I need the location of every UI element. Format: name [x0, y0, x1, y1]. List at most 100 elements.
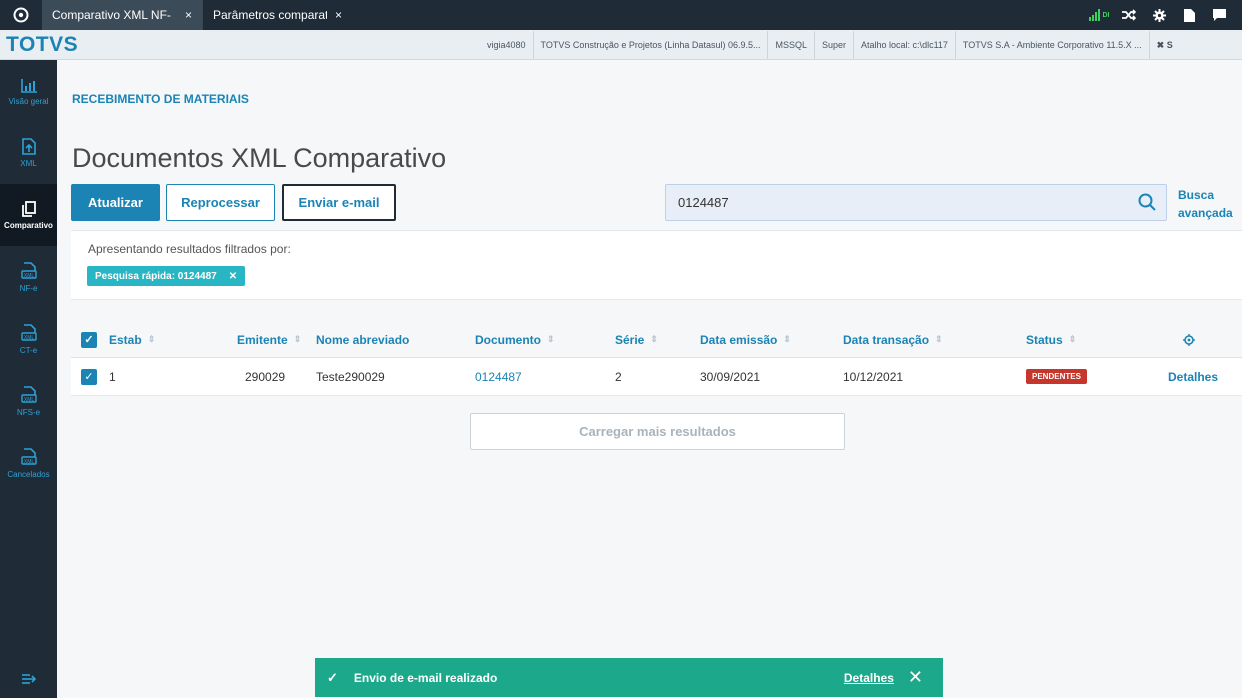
- sidebar-item-label: NFS-e: [16, 407, 41, 417]
- load-more-button[interactable]: Carregar mais resultados: [470, 413, 845, 450]
- svg-text:XML: XML: [23, 273, 34, 279]
- chat-icon[interactable]: [1204, 0, 1234, 30]
- column-serie[interactable]: Série ⇕: [615, 322, 658, 357]
- send-email-button[interactable]: Enviar e-mail: [282, 184, 396, 221]
- column-data-transacao[interactable]: Data transação ⇕: [843, 322, 943, 357]
- sidebar-item-label: Comparativo: [4, 220, 53, 230]
- column-label: Data transação: [843, 332, 930, 347]
- copy-icon: [21, 200, 36, 221]
- tab-parametros[interactable]: Parâmetros comparati ×: [202, 0, 352, 30]
- sort-icon: ⇕: [783, 334, 791, 344]
- refresh-button[interactable]: Atualizar: [71, 184, 160, 221]
- sidebar-item-label: CT-e: [19, 345, 38, 355]
- sort-icon: ⇕: [935, 334, 943, 344]
- sidebar-item-nfe[interactable]: XML NF-e: [0, 246, 57, 308]
- cell-documento-link[interactable]: 0124487: [475, 358, 522, 395]
- info-product: TOTVS Construção e Projetos (Linha Datas…: [532, 30, 768, 59]
- home-icon[interactable]: [0, 0, 42, 30]
- close-icon[interactable]: ✕: [908, 667, 923, 688]
- details-link[interactable]: Detalhes: [1168, 358, 1218, 395]
- column-label: Data emissão: [700, 332, 778, 347]
- info-database: MSSQL: [767, 30, 814, 59]
- advanced-search-link[interactable]: Busca avançada: [1178, 186, 1233, 222]
- signal-label: DI: [1102, 11, 1110, 19]
- status-badge: PENDENTES: [1026, 358, 1087, 395]
- sort-icon: ⇕: [1068, 334, 1077, 344]
- brand-logo: TOTVS: [6, 32, 79, 56]
- column-label: Nome abreviado: [316, 332, 410, 347]
- column-emitente[interactable]: Emitente ⇕: [237, 322, 301, 357]
- collapse-menu-icon[interactable]: [0, 672, 57, 688]
- sidebar-item-comparativo[interactable]: Comparativo: [0, 184, 57, 246]
- info-user: vigia4080: [487, 39, 526, 50]
- filter-label: Apresentando resultados filtrados por:: [88, 242, 291, 256]
- check-icon: ✓: [327, 669, 338, 685]
- cell-data-emissao: 30/09/2021: [700, 369, 761, 384]
- tab-close-icon[interactable]: ×: [185, 8, 192, 22]
- cell-data-transacao: 10/12/2021: [843, 369, 904, 384]
- svg-text:XML: XML: [23, 397, 34, 403]
- cell-estab: 1: [109, 369, 116, 384]
- tab-title: Comparativo XML NF-: [52, 8, 171, 22]
- top-tab-bar: Comparativo XML NF- × Parâmetros compara…: [0, 0, 1242, 30]
- xml-file-icon: XML: [20, 447, 37, 470]
- column-label: Estab: [109, 332, 142, 347]
- cell-nome: Teste290029: [316, 369, 385, 384]
- tab-comparativo-xml[interactable]: Comparativo XML NF- ×: [42, 0, 202, 30]
- sidebar: Visão geral XML Comparativo XML NF-e XML…: [0, 60, 57, 698]
- toast-details-link[interactable]: Detalhes: [844, 671, 894, 685]
- info-shortcut: Atalho local: c:\dlc117: [853, 30, 955, 59]
- sidebar-item-xml[interactable]: XML: [0, 122, 57, 184]
- info-close[interactable]: ✖ S: [1148, 30, 1180, 59]
- info-profile: Super: [814, 30, 853, 59]
- xml-file-icon: XML: [20, 261, 37, 284]
- svg-text:XML: XML: [23, 459, 34, 465]
- reprocess-button[interactable]: Reprocessar: [166, 184, 275, 221]
- filter-chip[interactable]: Pesquisa rápida: 0124487 ✕: [87, 266, 246, 286]
- select-all-checkbox[interactable]: ✓: [81, 322, 97, 357]
- signal-icon[interactable]: DI: [1084, 0, 1114, 30]
- cell-emitente: 290029: [245, 369, 286, 384]
- row-checkbox[interactable]: ✓: [81, 358, 97, 395]
- environment-info: vigia4080 TOTVS Construção e Projetos (L…: [480, 30, 1180, 59]
- sidebar-item-visao-geral[interactable]: Visão geral: [0, 60, 57, 122]
- sort-icon: ⇕: [293, 334, 302, 344]
- sidebar-item-cte[interactable]: XML CT-e: [0, 308, 57, 370]
- column-documento[interactable]: Documento ⇕: [475, 322, 555, 357]
- sidebar-item-label: XML: [20, 159, 37, 168]
- breadcrumb[interactable]: RECEBIMENTO DE MATERIAIS: [72, 92, 249, 106]
- file-icon[interactable]: [1174, 0, 1204, 30]
- sidebar-item-label: Visão geral: [8, 96, 49, 106]
- gear-icon[interactable]: [1144, 0, 1174, 30]
- main-content: RECEBIMENTO DE MATERIAIS Documentos XML …: [57, 60, 1242, 698]
- filter-chip-label: Pesquisa rápida: 0124487: [95, 270, 217, 282]
- column-settings-icon[interactable]: [1183, 322, 1195, 357]
- search-input[interactable]: 0124487: [665, 184, 1167, 221]
- status-badge-label: PENDENTES: [1026, 369, 1087, 384]
- svg-text:XML: XML: [23, 335, 34, 341]
- sort-icon: ⇕: [147, 334, 156, 344]
- sidebar-item-nfse[interactable]: XML NFS-e: [0, 370, 57, 432]
- tab-title: Parâmetros comparati: [213, 8, 327, 22]
- column-label: Série: [615, 332, 645, 347]
- tab-close-icon[interactable]: ×: [335, 8, 342, 22]
- upload-file-icon: [21, 138, 36, 159]
- column-estab[interactable]: Estab ⇕: [109, 322, 155, 357]
- table-row[interactable]: ✓ 1 290029 Teste290029 0124487 2 30/09/2…: [71, 358, 1242, 396]
- search-icon[interactable]: [1138, 193, 1156, 211]
- advanced-search-line2: avançada: [1178, 206, 1233, 220]
- column-label: Documento: [475, 332, 541, 347]
- page-title: Documentos XML Comparativo: [72, 143, 447, 173]
- sort-icon: ⇕: [650, 334, 658, 344]
- close-icon[interactable]: ✕: [229, 271, 237, 282]
- cell-serie: 2: [615, 369, 622, 384]
- sidebar-item-label: NF-e: [19, 283, 38, 293]
- toast-notification: ✓ Envio de e-mail realizado Detalhes ✕: [315, 658, 943, 697]
- shuffle-icon[interactable]: [1114, 0, 1144, 30]
- filter-panel: Apresentando resultados filtrados por: P…: [71, 230, 1242, 300]
- app-header: TOTVS vigia4080 TOTVS Construção e Proje…: [0, 30, 1242, 60]
- search-value: 0124487: [678, 195, 729, 210]
- column-status[interactable]: Status ⇕: [1026, 322, 1076, 357]
- sidebar-item-cancelados[interactable]: XML Cancelados: [0, 432, 57, 494]
- column-data-emissao[interactable]: Data emissão ⇕: [700, 322, 791, 357]
